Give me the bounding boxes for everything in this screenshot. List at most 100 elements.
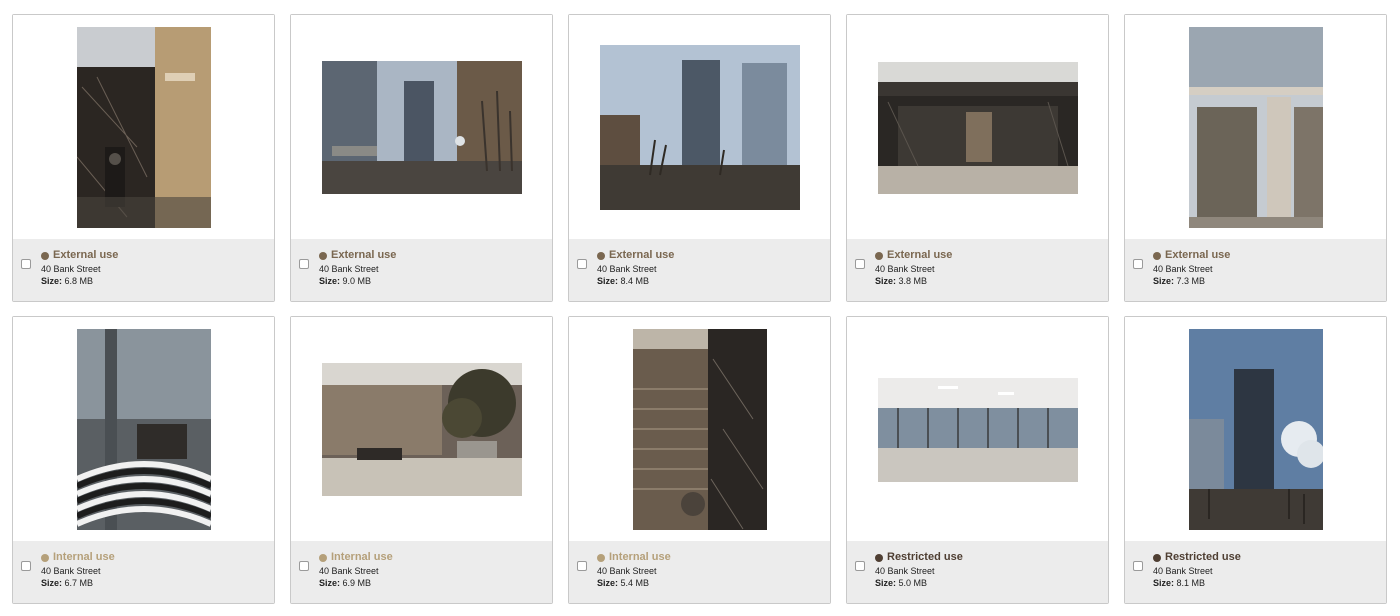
thumbnail-area[interactable] [569,317,830,542]
lobby-interior-image[interactable] [321,363,522,496]
asset-meta: External use 40 Bank Street Size: 6.8 MB [13,239,274,301]
size-value: 5.4 MB [620,578,650,588]
thumbnail-area[interactable] [1125,15,1386,240]
asset-card[interactable]: Internal use 40 Bank Street Size: 6.9 MB [290,316,553,604]
select-checkbox[interactable] [299,259,309,269]
select-checkbox[interactable] [855,561,865,571]
thumbnail-area[interactable] [291,15,552,240]
usage-label: External use [609,249,675,261]
file-size: Size: 6.8 MB [41,275,118,287]
size-label: Size: [597,276,619,286]
file-size: Size: 6.7 MB [41,577,115,589]
asset-card[interactable]: Internal use 40 Bank Street Size: 6.7 MB [12,316,275,604]
size-label: Size: [875,276,897,286]
usage-dot-icon [319,553,327,562]
asset-meta: Internal use 40 Bank Street Size: 5.4 MB [569,541,830,603]
asset-card[interactable]: External use 40 Bank Street Size: 9.0 MB [290,14,553,302]
usage-label: External use [887,249,953,261]
asset-card[interactable]: Restricted use 40 Bank Street Size: 8.1 … [1124,316,1387,604]
thumbnail-area[interactable] [569,15,830,240]
atrium-reception-image[interactable] [76,329,211,530]
usage-badge: External use [597,249,674,262]
thumbnail-area[interactable] [847,15,1108,240]
thumbnail-area[interactable] [1125,317,1386,542]
usage-dot-icon [319,251,327,260]
asset-meta: Internal use 40 Bank Street Size: 6.9 MB [291,541,552,603]
file-size: Size: 6.9 MB [319,577,393,589]
size-value: 8.1 MB [1176,578,1206,588]
usage-label: External use [331,249,397,261]
thumbnail-area[interactable] [13,15,274,240]
usage-label: Restricted use [1165,551,1241,563]
size-value: 6.8 MB [64,276,94,286]
size-label: Size: [319,578,341,588]
usage-label: External use [53,249,119,261]
select-checkbox[interactable] [577,259,587,269]
usage-label: Internal use [53,551,115,563]
file-size: Size: 9.0 MB [319,275,396,287]
asset-meta: External use 40 Bank Street Size: 8.4 MB [569,239,830,301]
marble-column-image[interactable] [632,329,767,530]
size-value: 9.0 MB [342,276,372,286]
usage-dot-icon [597,553,605,562]
thumbnail-area[interactable] [847,317,1108,542]
asset-meta: Restricted use 40 Bank Street Size: 5.0 … [847,541,1108,603]
usage-dot-icon [41,251,49,260]
select-checkbox[interactable] [1133,259,1143,269]
usage-badge: External use [319,249,396,262]
size-value: 6.9 MB [342,578,372,588]
usage-badge: External use [875,249,952,262]
asset-card[interactable]: External use 40 Bank Street Size: 7.3 MB [1124,14,1387,302]
open-office-floor-image[interactable] [877,377,1078,482]
usage-dot-icon [597,251,605,260]
lobby-elevators-image[interactable] [877,61,1078,194]
location-text: 40 Bank Street [875,264,935,274]
asset-meta: External use 40 Bank Street Size: 3.8 MB [847,239,1108,301]
usage-label: External use [1165,249,1231,261]
location-text: 40 Bank Street [597,264,657,274]
thumbnail-area[interactable] [291,317,552,542]
asset-meta: External use 40 Bank Street Size: 9.0 MB [291,239,552,301]
location-text: 40 Bank Street [319,264,379,274]
file-size: Size: 8.1 MB [1153,577,1241,589]
usage-badge: Restricted use [1153,551,1241,564]
usage-label: Internal use [609,551,671,563]
size-label: Size: [1153,276,1175,286]
building-entrance-image[interactable] [1188,27,1323,228]
asset-card[interactable]: External use 40 Bank Street Size: 6.8 MB [12,14,275,302]
asset-card[interactable]: External use 40 Bank Street Size: 3.8 MB [846,14,1109,302]
asset-card[interactable]: Internal use 40 Bank Street Size: 5.4 MB [568,316,831,604]
size-value: 8.4 MB [620,276,650,286]
file-size: Size: 8.4 MB [597,275,674,287]
asset-card[interactable]: Restricted use 40 Bank Street Size: 5.0 … [846,316,1109,604]
tower-skyline-image[interactable] [1188,329,1323,530]
size-value: 6.7 MB [64,578,94,588]
usage-badge: Internal use [41,551,115,564]
asset-meta: External use 40 Bank Street Size: 7.3 MB [1125,239,1386,301]
location-text: 40 Bank Street [319,566,379,576]
location-text: 40 Bank Street [597,566,657,576]
usage-dot-icon [1153,553,1161,562]
tower-plaza-image[interactable] [321,61,522,194]
select-checkbox[interactable] [1133,561,1143,571]
asset-meta: Internal use 40 Bank Street Size: 6.7 MB [13,541,274,603]
lobby-wall-entrance-image[interactable] [76,27,211,228]
asset-card[interactable]: External use 40 Bank Street Size: 8.4 MB [568,14,831,302]
usage-badge: Internal use [597,551,671,564]
size-label: Size: [875,578,897,588]
usage-dot-icon [875,553,883,562]
select-checkbox[interactable] [577,561,587,571]
select-checkbox[interactable] [21,561,31,571]
file-size: Size: 5.4 MB [597,577,671,589]
size-label: Size: [41,578,63,588]
usage-label: Restricted use [887,551,963,563]
select-checkbox[interactable] [21,259,31,269]
location-text: 40 Bank Street [41,264,101,274]
twin-towers-image[interactable] [599,45,800,210]
select-checkbox[interactable] [855,259,865,269]
asset-meta: Restricted use 40 Bank Street Size: 8.1 … [1125,541,1386,603]
select-checkbox[interactable] [299,561,309,571]
file-size: Size: 7.3 MB [1153,275,1230,287]
thumbnail-area[interactable] [13,317,274,542]
usage-label: Internal use [331,551,393,563]
